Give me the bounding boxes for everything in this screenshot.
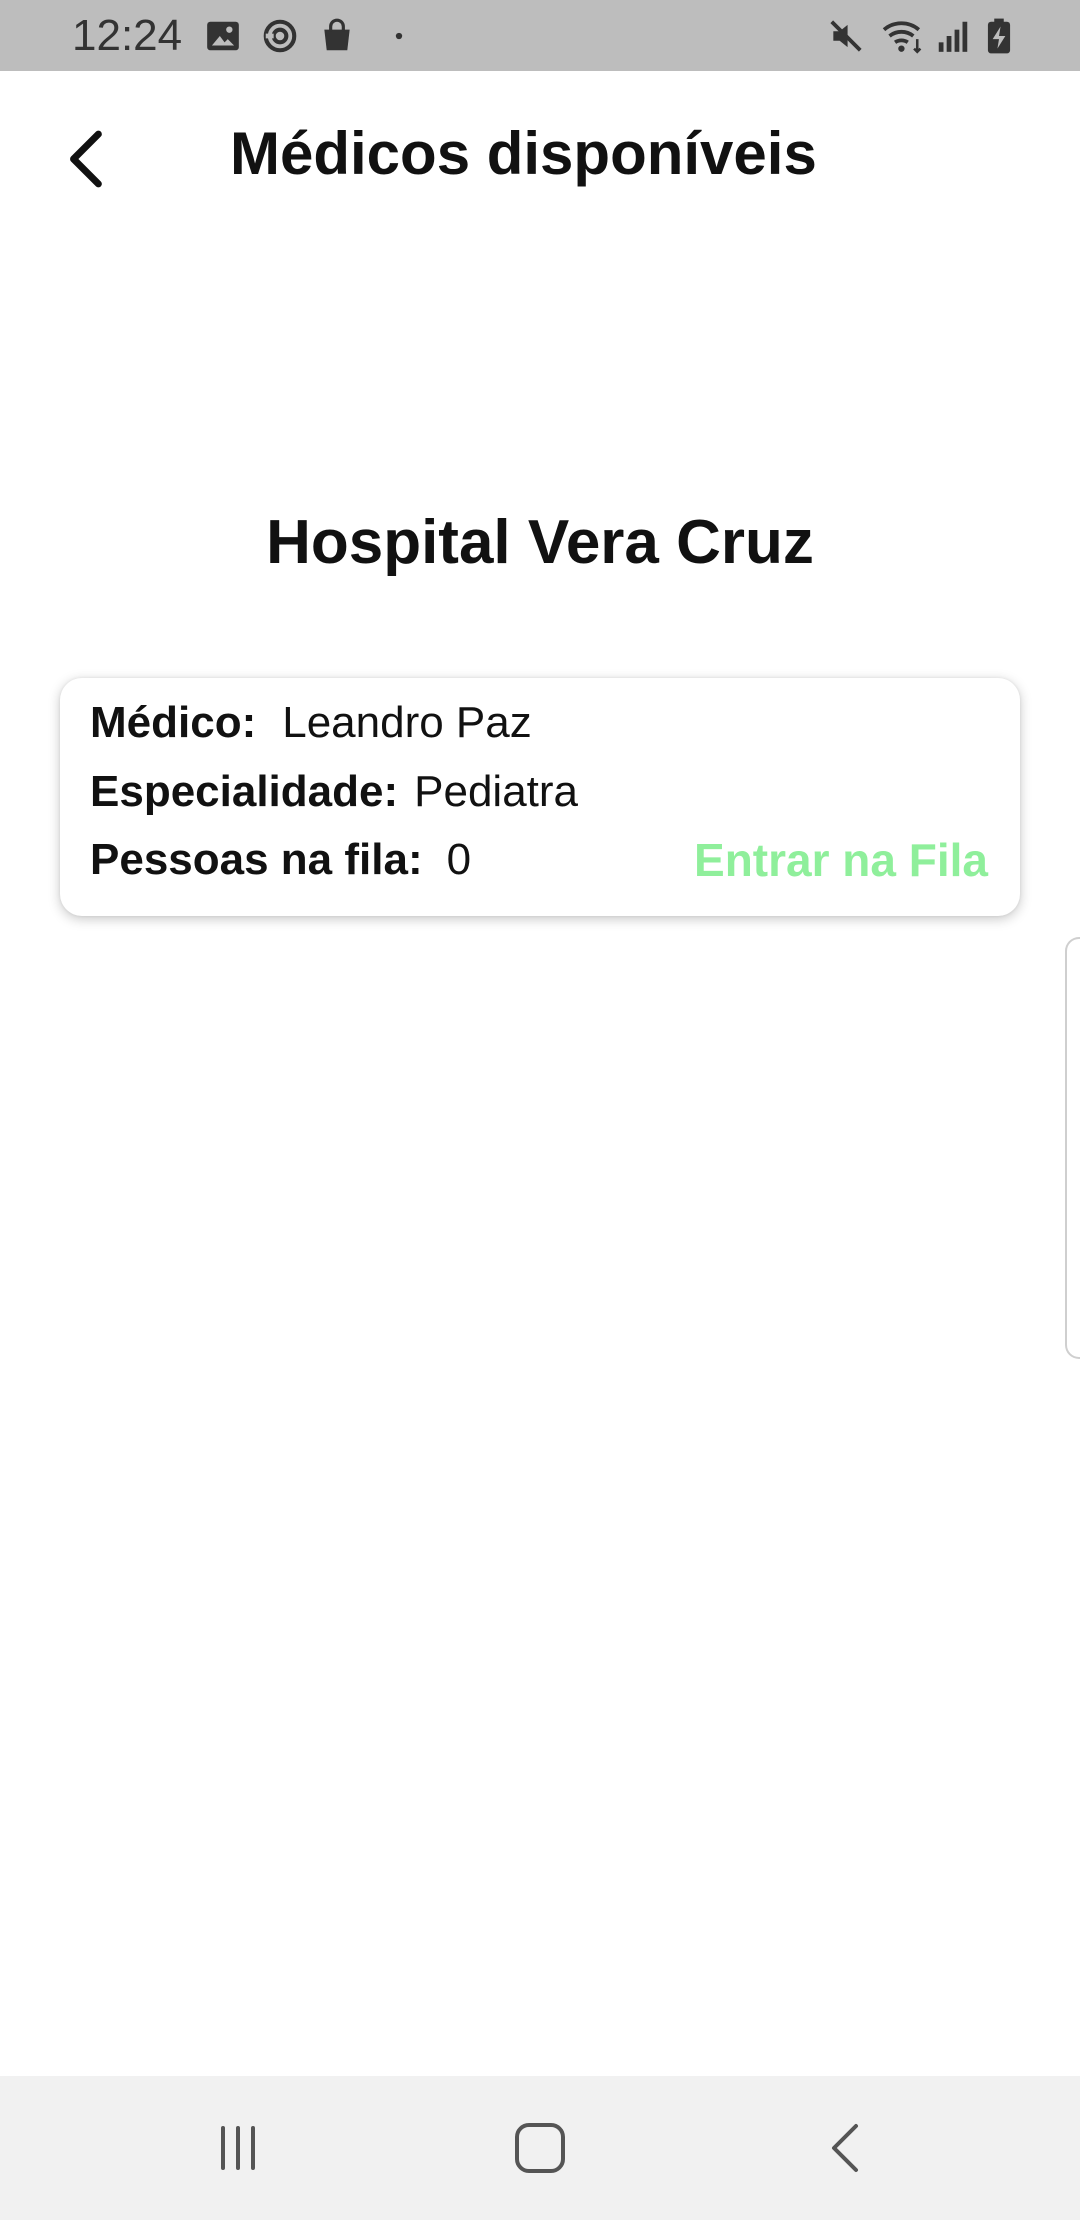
home-button[interactable]: [495, 2108, 585, 2188]
battery-charging-icon: [980, 17, 1018, 55]
queue-label: Pessoas na fila:: [90, 835, 423, 884]
home-icon: [513, 2121, 567, 2175]
doctor-name: Leandro Paz: [282, 698, 532, 747]
edge-panel-handle[interactable]: [1065, 937, 1080, 1359]
doctor-row: Médico: Leandro Paz: [90, 695, 532, 751]
mute-icon: [827, 17, 865, 55]
navigation-bar: [0, 2076, 1080, 2220]
hospital-name: Hospital Vera Cruz: [266, 508, 814, 577]
signal-icon: [934, 17, 972, 55]
app-bar: Médicos disponíveis: [0, 71, 1080, 241]
chevron-left-icon: [62, 127, 108, 191]
specialty-label: Especialidade:: [90, 767, 399, 816]
queue-row: Pessoas na fila: 0: [90, 832, 471, 888]
dot-icon: [380, 17, 418, 55]
specialty-value: Pediatra: [414, 767, 579, 816]
status-bar: 12:24: [0, 0, 1080, 71]
system-back-button[interactable]: [799, 2108, 889, 2188]
doctor-label: Médico:: [90, 698, 257, 747]
specialty-row: Especialidade: Pediatra: [90, 764, 578, 820]
doctor-card: Médico: Leandro Paz Especialidade: Pedia…: [60, 678, 1020, 916]
sync-icon: [261, 17, 299, 55]
recent-apps-button[interactable]: [193, 2108, 283, 2188]
wifi-icon: [880, 17, 926, 55]
back-button[interactable]: [50, 119, 120, 199]
join-queue-button[interactable]: Entrar na Fila: [694, 830, 988, 890]
queue-count: 0: [446, 835, 472, 884]
status-time: 12:24: [72, 11, 183, 60]
page-title: Médicos disponíveis: [230, 120, 817, 187]
recent-apps-icon: [213, 2123, 263, 2173]
back-icon: [826, 2121, 862, 2175]
shopping-bag-icon: [318, 17, 356, 55]
image-icon: [204, 17, 242, 55]
